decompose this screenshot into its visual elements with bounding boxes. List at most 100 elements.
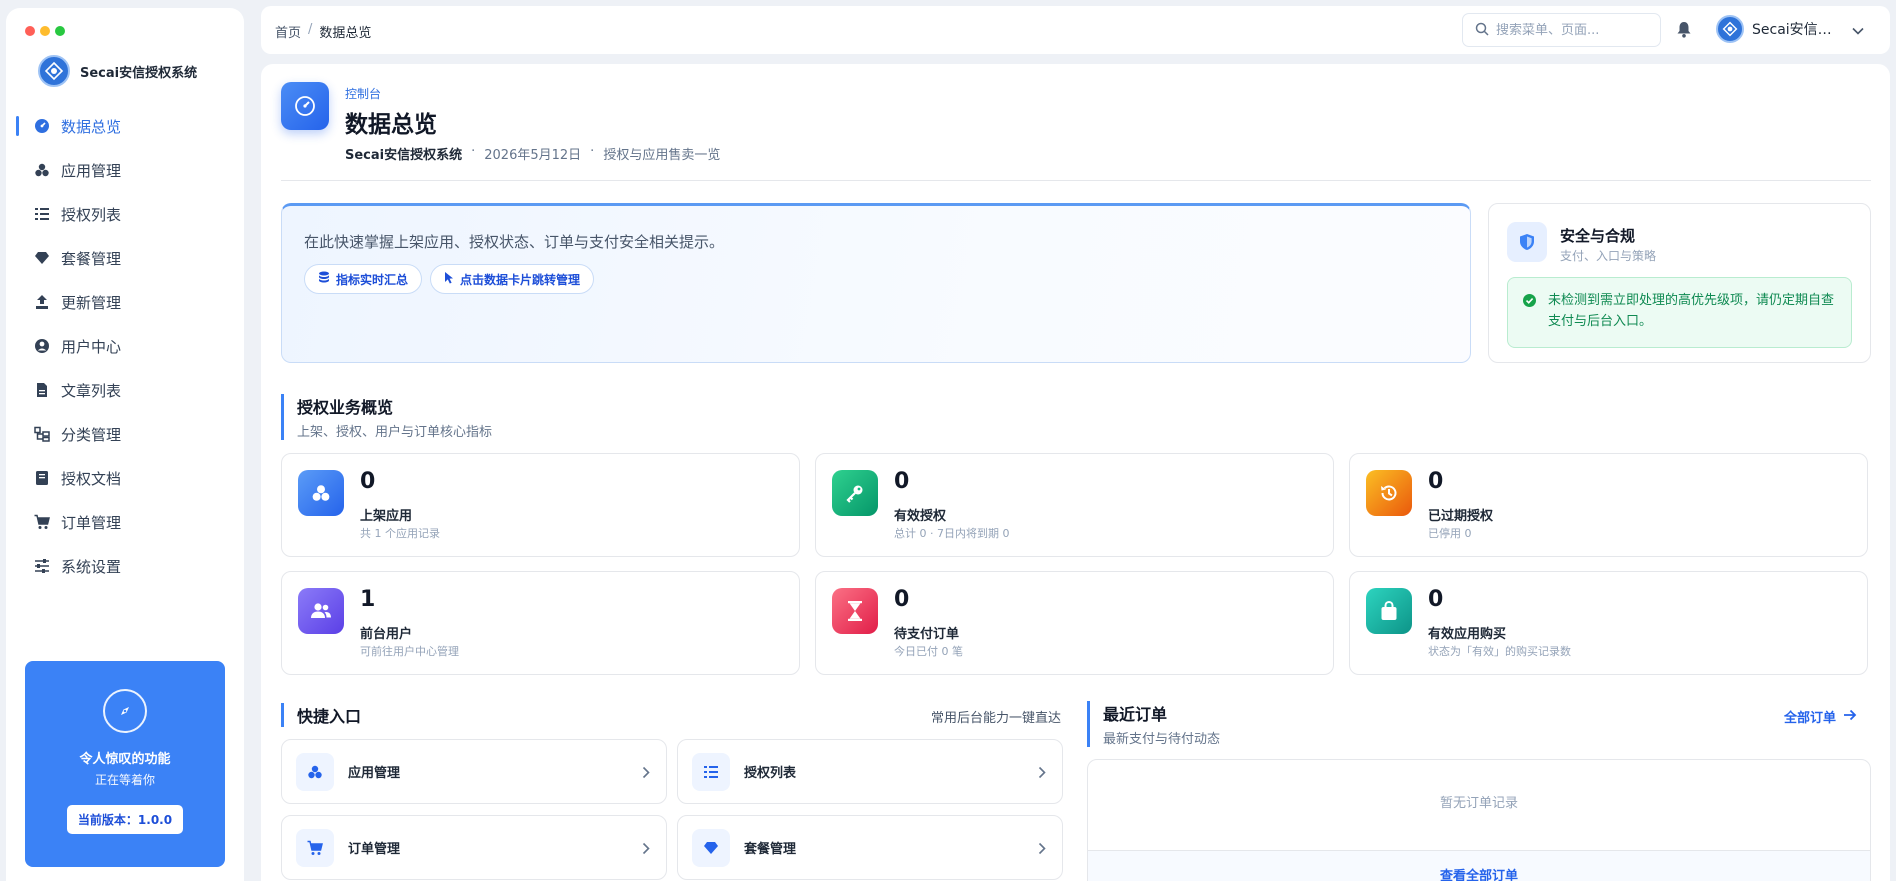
chip-card-navigation[interactable]: 点击数据卡片跳转管理 xyxy=(430,264,595,294)
sidebar-nav: 数据总览 应用管理 授权列表 套餐管理 更新管理 用户中心 文章列表 分类管理 xyxy=(6,104,244,588)
cart-icon xyxy=(33,513,51,531)
sidebar-item-docs[interactable]: 授权文档 xyxy=(6,456,244,500)
breadcrumb-separator: / xyxy=(308,22,313,37)
meta-date: 2026年5月12日 xyxy=(484,148,582,163)
stat-value: 0 xyxy=(894,469,910,494)
sidebar-item-categories[interactable]: 分类管理 xyxy=(6,412,244,456)
main-panel: 控制台 数据总览 Secai安信授权系统 · 2026年5月12日 · 授权与应… xyxy=(261,64,1890,881)
upload-icon xyxy=(33,293,51,311)
gem-icon xyxy=(33,249,51,267)
sidebar-item-users[interactable]: 用户中心 xyxy=(6,324,244,368)
stat-card-expired-licenses[interactable]: 0 已过期授权 已停用 0 xyxy=(1349,453,1868,557)
stat-label: 有效授权 xyxy=(894,509,947,524)
chip-label: 点击数据卡片跳转管理 xyxy=(460,272,581,287)
intro-text: 在此快速掌握上架应用、授权状态、订单与支付安全相关提示。 xyxy=(304,233,725,251)
user-name: Secai安信授权系统 xyxy=(1752,22,1844,38)
stat-sub: 已停用 0 xyxy=(1428,527,1472,540)
sidebar-item-apps[interactable]: 应用管理 xyxy=(6,148,244,192)
sidebar-item-plans[interactable]: 套餐管理 xyxy=(6,236,244,280)
all-orders-label: 全部订单 xyxy=(1784,711,1837,726)
quick-title: 快捷入口 xyxy=(297,707,362,726)
chevron-down-icon xyxy=(1852,20,1864,39)
search-input[interactable] xyxy=(1496,22,1646,38)
overview-heading: 授权业务概览 上架、授权、用户与订单核心指标 xyxy=(281,394,492,440)
meta-desc: 授权与应用售卖一览 xyxy=(603,148,721,163)
version-button[interactable]: 当前版本：1.0.0 xyxy=(66,805,184,834)
orders-heading: 最近订单 最新支付与待付动态 xyxy=(1087,701,1220,747)
quick-item-plans[interactable]: 套餐管理 xyxy=(677,815,1063,880)
chip-realtime-metrics[interactable]: 指标实时汇总 xyxy=(304,264,423,294)
gauge-icon xyxy=(281,82,329,130)
security-alert-text: 未检测到需立即处理的高优先级项，请仍定期自查支付与后台入口。 xyxy=(1548,293,1835,329)
page-title: 数据总览 xyxy=(345,112,437,138)
breadcrumb-home[interactable]: 首页 xyxy=(275,22,301,41)
stat-card-pending-orders[interactable]: 0 待支付订单 今日已付 0 笔 xyxy=(815,571,1334,675)
brand-name: Secai安信授权系统 xyxy=(80,65,198,81)
apps-icon xyxy=(33,161,51,179)
overview-title: 授权业务概览 xyxy=(297,398,394,417)
quick-item-apps[interactable]: 应用管理 xyxy=(281,739,667,804)
orders-list: 暂无订单记录 查看全部订单 xyxy=(1087,759,1871,881)
stat-sub: 总计 0 · 7日内将到期 0 xyxy=(894,527,1010,540)
stat-value: 1 xyxy=(360,587,376,612)
stat-value: 0 xyxy=(1428,469,1444,494)
stat-card-listed-apps[interactable]: 0 上架应用 共 1 个应用记录 xyxy=(281,453,800,557)
all-orders-link[interactable]: 全部订单 xyxy=(1784,707,1857,726)
sidebar-item-label: 系统设置 xyxy=(61,557,122,576)
stat-card-active-licenses[interactable]: 0 有效授权 总计 0 · 7日内将到期 0 xyxy=(815,453,1334,557)
view-all-orders-button[interactable]: 查看全部订单 xyxy=(1088,850,1870,881)
security-alert: 未检测到需立即处理的高优先级项，请仍定期自查支付与后台入口。 xyxy=(1507,277,1852,348)
quick-hint: 常用后台能力一键直达 xyxy=(931,711,1062,726)
close-dot[interactable] xyxy=(25,26,35,36)
user-menu[interactable]: Secai安信授权系统 xyxy=(1716,15,1864,43)
dashboard-icon xyxy=(33,117,51,135)
sidebar-item-label: 用户中心 xyxy=(61,337,122,356)
sidebar-item-settings[interactable]: 系统设置 xyxy=(6,544,244,588)
stat-card-front-users[interactable]: 1 前台用户 可前往用户中心管理 xyxy=(281,571,800,675)
file-icon xyxy=(33,381,51,399)
cart-icon xyxy=(296,828,334,867)
maximize-dot[interactable] xyxy=(55,26,65,36)
security-title: 安全与合规 xyxy=(1560,227,1636,245)
page-kicker: 控制台 xyxy=(345,87,382,101)
arrow-right-icon xyxy=(1843,709,1857,725)
key-icon xyxy=(832,470,878,516)
quick-item-licenses[interactable]: 授权列表 xyxy=(677,739,1063,804)
history-icon xyxy=(1366,470,1412,516)
bell-icon[interactable] xyxy=(1676,21,1692,42)
sidebar-item-label: 应用管理 xyxy=(61,161,122,180)
sidebar-item-licenses[interactable]: 授权列表 xyxy=(6,192,244,236)
security-subtitle: 支付、入口与策略 xyxy=(1560,249,1657,263)
chevron-right-icon xyxy=(642,764,650,783)
stat-value: 0 xyxy=(360,469,376,494)
quick-item-label: 套餐管理 xyxy=(744,842,797,857)
sidebar-item-orders[interactable]: 订单管理 xyxy=(6,500,244,544)
orders-subtitle: 最新支付与待付动态 xyxy=(1103,732,1221,747)
bag-icon xyxy=(1366,588,1412,634)
promo-card: 令人惊叹的功能 正在等着你 当前版本：1.0.0 xyxy=(25,661,225,867)
sidebar-item-label: 分类管理 xyxy=(61,425,122,444)
brand[interactable]: Secai安信授权系统 xyxy=(38,55,197,87)
stat-card-app-purchases[interactable]: 0 有效应用购买 状态为「有效」的购买记录数 xyxy=(1349,571,1868,675)
security-card: 安全与合规 支付、入口与策略 未检测到需立即处理的高优先级项，请仍定期自查支付与… xyxy=(1488,203,1871,363)
category-icon xyxy=(33,425,51,443)
stat-sub: 可前往用户中心管理 xyxy=(360,645,459,658)
sidebar-item-label: 文章列表 xyxy=(61,381,122,400)
sidebar-item-dashboard[interactable]: 数据总览 xyxy=(6,104,244,148)
quick-item-label: 应用管理 xyxy=(348,766,401,781)
stat-label: 已过期授权 xyxy=(1428,509,1494,524)
sidebar-item-articles[interactable]: 文章列表 xyxy=(6,368,244,412)
stat-value: 0 xyxy=(894,587,910,612)
breadcrumb: 首页 / 数据总览 xyxy=(275,22,371,41)
logo-icon xyxy=(38,55,70,87)
quick-item-orders[interactable]: 订单管理 xyxy=(281,815,667,880)
minimize-dot[interactable] xyxy=(40,26,50,36)
search-box[interactable] xyxy=(1462,13,1661,47)
intro-chips: 指标实时汇总 点击数据卡片跳转管理 xyxy=(304,264,595,294)
stat-sub: 状态为「有效」的购买记录数 xyxy=(1428,645,1571,658)
stat-label: 前台用户 xyxy=(360,627,413,642)
sidebar-item-label: 数据总览 xyxy=(61,117,122,136)
sidebar-item-updates[interactable]: 更新管理 xyxy=(6,280,244,324)
sidebar: Secai安信授权系统 数据总览 应用管理 授权列表 套餐管理 更新管理 用户中… xyxy=(6,8,244,881)
promo-subtitle: 正在等着你 xyxy=(94,773,155,787)
